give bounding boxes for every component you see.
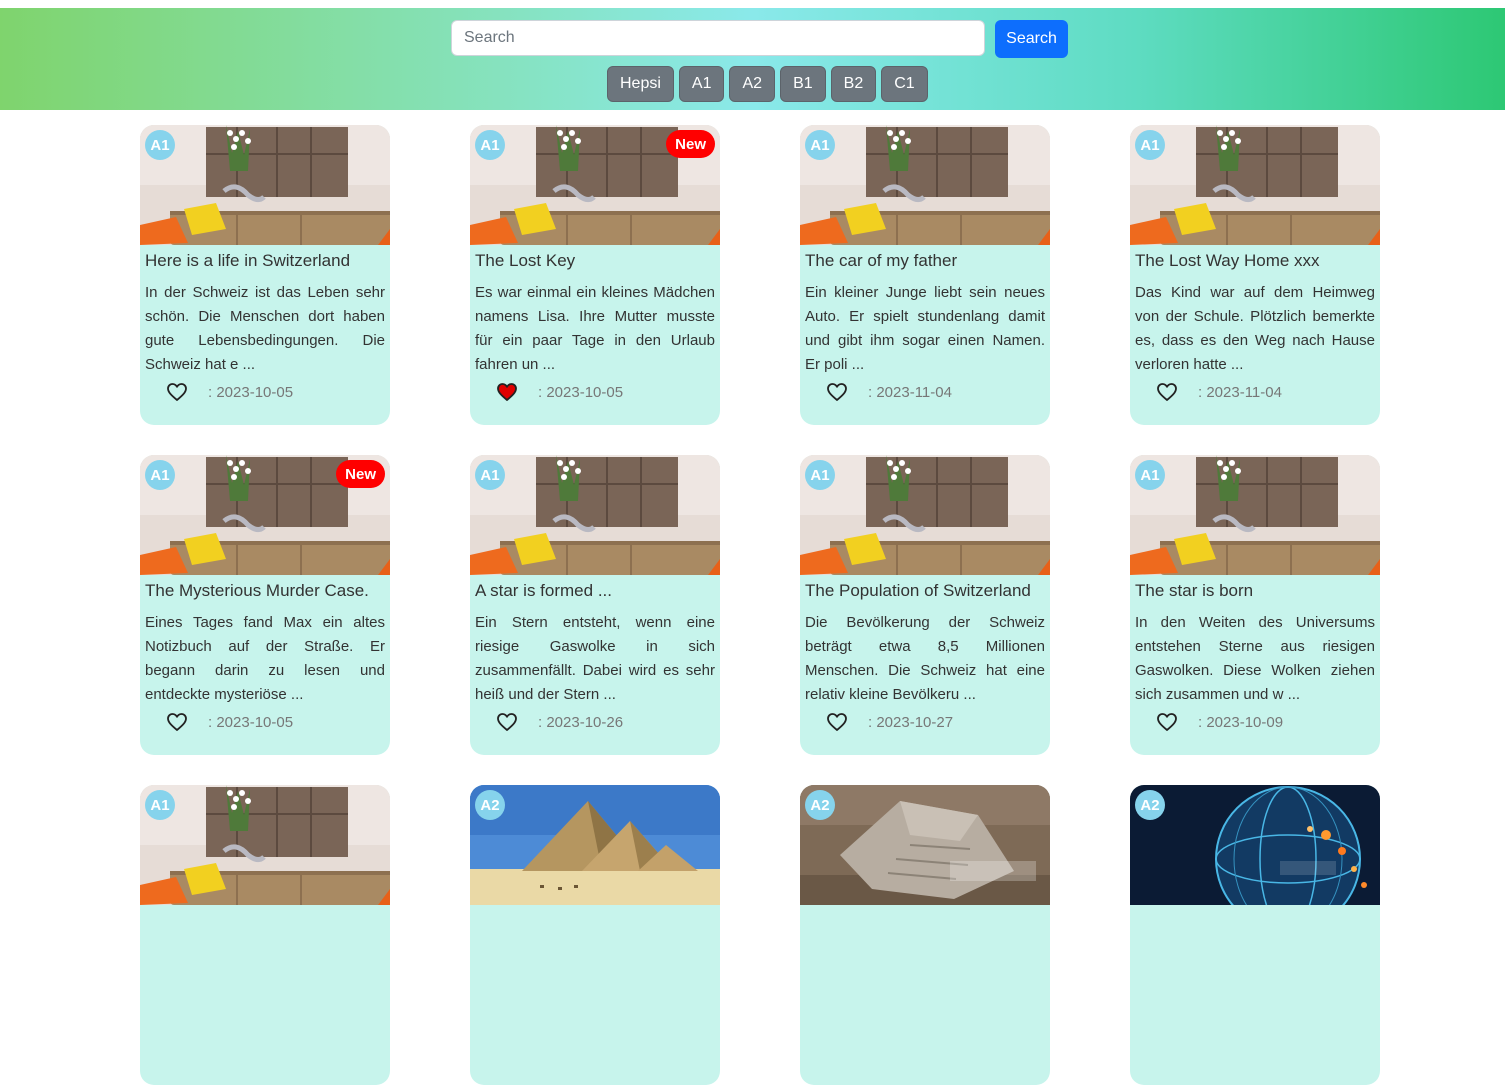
- card-title[interactable]: A star is formed ...: [475, 581, 715, 601]
- filter-b1-button[interactable]: B1: [780, 66, 826, 102]
- story-card[interactable]: A1 New The Lost Key Es war einmal ein klein…: [470, 125, 720, 425]
- card-excerpt: Eines Tages fand Max ein altes Notizbuch…: [145, 614, 385, 703]
- story-card[interactable]: A1 The car of my father Ein kleiner Junge …: [800, 125, 1050, 425]
- card-title[interactable]: The star is born: [1135, 581, 1375, 601]
- story-card[interactable]: A1 The Population of Switzerland Die Bevöl…: [800, 455, 1050, 755]
- level-badge: A1: [475, 460, 505, 490]
- card-title[interactable]: The Lost Key: [475, 251, 715, 271]
- level-badge: A1: [475, 130, 505, 160]
- level-badge: A2: [475, 790, 505, 820]
- story-card[interactable]: A1: [140, 785, 390, 1085]
- card-excerpt: Die Bevölkerung der Schweiz beträgt etwa…: [805, 614, 1045, 703]
- story-card[interactable]: A2: [470, 785, 720, 1085]
- filter-a2-button[interactable]: A2: [729, 66, 776, 102]
- level-badge: A1: [145, 790, 175, 820]
- filter-all-button[interactable]: Hepsi: [607, 66, 674, 102]
- filter-a1-button[interactable]: A1: [678, 66, 725, 102]
- level-badge: A1: [145, 130, 175, 160]
- card-footer: : 2023-10-05: [166, 712, 293, 732]
- card-title[interactable]: The Mysterious Murder Case.: [145, 581, 385, 601]
- search-button[interactable]: Search: [995, 20, 1068, 58]
- card-footer: : 2023-10-09: [1156, 712, 1283, 732]
- level-badge: A2: [805, 790, 835, 820]
- card-image: [1130, 125, 1380, 245]
- card-footer: : 2023-10-05: [166, 382, 293, 402]
- card-footer: : 2023-10-27: [826, 712, 953, 732]
- level-badge: A1: [1135, 460, 1165, 490]
- card-excerpt: Das Kind war auf dem Heimweg von der Sch…: [1135, 284, 1375, 373]
- new-badge: New: [666, 130, 715, 158]
- card-footer: : 2023-10-26: [496, 712, 623, 732]
- card-excerpt: Ein Stern entsteht, wenn eine riesige Ga…: [475, 614, 715, 703]
- card-title[interactable]: Here is a life in Switzerland: [145, 251, 385, 271]
- card-image: [800, 785, 1050, 905]
- card-date: : 2023-10-09: [1198, 713, 1284, 731]
- card-excerpt: In der Schweiz ist das Leben sehr schön.…: [145, 284, 385, 373]
- card-title[interactable]: The Population of Switzerland: [805, 581, 1045, 601]
- level-filter-bar: Hepsi A1 A2 B1 B2 C1: [607, 66, 928, 102]
- card-footer: : 2023-10-05: [496, 382, 623, 402]
- heart-outline-icon[interactable]: [826, 712, 848, 732]
- heart-outline-icon[interactable]: [1156, 712, 1178, 732]
- story-card[interactable]: A1 Here is a life in Switzerland In der Sc…: [140, 125, 390, 425]
- card-date: : 2023-10-05: [538, 383, 624, 401]
- filter-b2-button[interactable]: B2: [830, 66, 877, 102]
- story-card[interactable]: A1 New The Mysterious Murder Case. Eines Ta…: [140, 455, 390, 755]
- card-image: [1130, 455, 1380, 575]
- story-card[interactable]: A2: [1130, 785, 1380, 1085]
- card-date: : 2023-10-27: [868, 713, 954, 731]
- card-footer: : 2023-11-04: [1156, 382, 1282, 402]
- level-badge: A1: [805, 130, 835, 160]
- search-input[interactable]: [451, 20, 985, 56]
- heart-outline-icon[interactable]: [166, 382, 188, 402]
- card-image: [800, 125, 1050, 245]
- card-date: : 2023-10-05: [208, 383, 294, 401]
- card-excerpt: In den Weiten des Universums entstehen S…: [1135, 614, 1375, 703]
- story-card[interactable]: A1 The Lost Way Home xxx Das Kind war auf …: [1130, 125, 1380, 425]
- level-badge: A2: [1135, 790, 1165, 820]
- card-date: : 2023-10-26: [538, 713, 624, 731]
- card-image: [470, 785, 720, 905]
- card-image: [140, 125, 390, 245]
- card-excerpt: Ein kleiner Junge liebt sein neues Auto.…: [805, 284, 1045, 373]
- story-card[interactable]: A2: [800, 785, 1050, 1085]
- card-title[interactable]: The Lost Way Home xxx: [1135, 251, 1375, 271]
- heart-outline-icon[interactable]: [166, 712, 188, 732]
- story-card[interactable]: A1 The star is born In den Weiten des Univ…: [1130, 455, 1380, 755]
- level-badge: A1: [1135, 130, 1165, 160]
- card-image: [470, 455, 720, 575]
- level-badge: A1: [805, 460, 835, 490]
- card-title[interactable]: The car of my father: [805, 251, 1045, 271]
- card-date: : 2023-11-04: [868, 383, 952, 401]
- card-date: : 2023-10-05: [208, 713, 294, 731]
- card-excerpt: Es war einmal ein kleines Mädchen namens…: [475, 284, 715, 373]
- story-card[interactable]: A1 A star is formed ... Ein Stern entsteht…: [470, 455, 720, 755]
- heart-outline-icon[interactable]: [1156, 382, 1178, 402]
- card-date: : 2023-11-04: [1198, 383, 1282, 401]
- heart-filled-icon[interactable]: [496, 382, 518, 402]
- new-badge: New: [336, 460, 385, 488]
- level-badge: A1: [145, 460, 175, 490]
- card-footer: : 2023-11-04: [826, 382, 952, 402]
- heart-outline-icon[interactable]: [496, 712, 518, 732]
- heart-outline-icon[interactable]: [826, 382, 848, 402]
- top-header: Search Hepsi A1 A2 B1 B2 C1: [0, 8, 1505, 110]
- card-image: [1130, 785, 1380, 905]
- card-image: [800, 455, 1050, 575]
- filter-c1-button[interactable]: C1: [881, 66, 928, 102]
- card-image: [140, 785, 390, 905]
